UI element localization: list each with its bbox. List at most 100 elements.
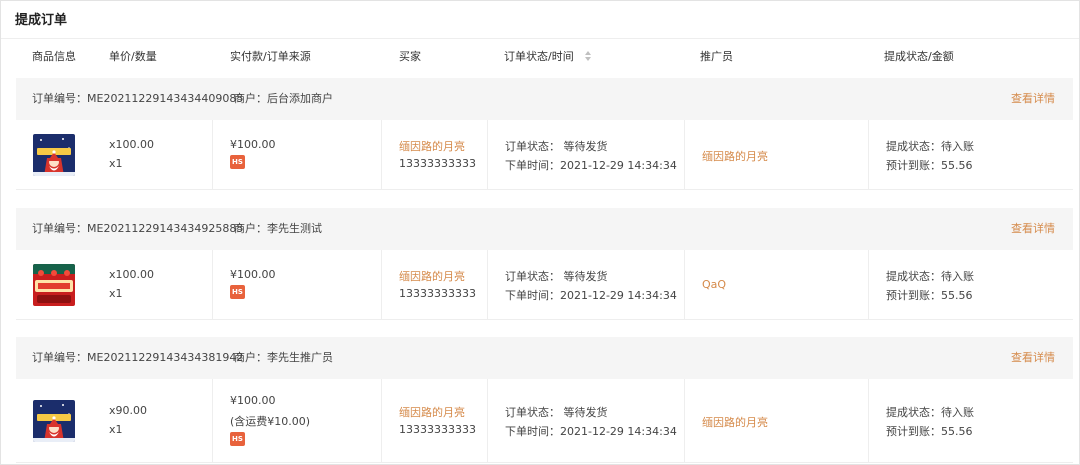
paid-amount: ¥100.00 [230, 138, 276, 151]
order-status-label: 订单状态： [505, 140, 560, 153]
quantity: x1 [109, 287, 123, 300]
promoter-name[interactable]: 缅因路的月亮 [702, 148, 768, 164]
commission-status-value: 待入账 [941, 140, 974, 153]
commission-status: 提成状态：待入账 [886, 404, 974, 420]
order-status-label: 订单状态： [505, 406, 560, 419]
buyer-name[interactable]: 缅因路的月亮 [399, 268, 465, 284]
order-row: x90.00 x1 ¥100.00 (含运费¥10.00) HS 缅因路的月亮 … [16, 379, 1073, 463]
unit-price: x100.00 [109, 268, 154, 281]
order-source-badge: HS [230, 155, 245, 169]
order-number: 订单编号：ME20211229143434409085 [32, 78, 243, 120]
merchant: 商户：李先生推广员 [234, 337, 333, 379]
view-details-link[interactable]: 查看详情 [1011, 208, 1055, 250]
order-card: 订单编号：ME20211229143434409085 商户：后台添加商户 查看… [16, 78, 1073, 190]
header-paid-source: 实付款/订单来源 [230, 50, 311, 63]
order-status: 订单状态： 等待发货 [505, 268, 608, 284]
order-time-label: 下单时间： [505, 289, 560, 302]
commission-cell: 提成状态：待入账 预计到账：55.56 [868, 250, 1073, 319]
page-title: 提成订单 [15, 13, 68, 28]
quantity: x1 [109, 157, 123, 170]
order-number-value: ME20211229143434381942 [87, 351, 244, 364]
product-cell: x100.00 x1 [16, 120, 213, 189]
product-cell: x100.00 x1 [16, 250, 213, 319]
commission-orders-panel: 提成订单 商品信息 单价/数量 实付款/订单来源 买家 订单状态/时间 推广员 … [0, 0, 1080, 465]
commission-status-value: 待入账 [941, 406, 974, 419]
status-cell: 订单状态： 等待发货 下单时间：2021-12-29 14:34:34 [487, 379, 685, 462]
header-price-qty: 单价/数量 [109, 50, 157, 63]
merchant-value: 后台添加商户 [267, 92, 333, 105]
header-buyer: 买家 [399, 50, 421, 63]
order-time-label: 下单时间： [505, 159, 560, 172]
paid-cell: ¥100.00 HS [212, 120, 382, 189]
commission-amount: 预计到账：55.56 [886, 423, 973, 439]
order-number-label: 订单编号： [32, 92, 87, 105]
commission-cell: 提成状态：待入账 预计到账：55.56 [868, 120, 1073, 189]
sort-icon[interactable] [585, 51, 592, 61]
commission-amount-label: 预计到账： [886, 425, 941, 438]
buyer-name[interactable]: 缅因路的月亮 [399, 138, 465, 154]
freight-note: (含运费¥10.00) [230, 415, 311, 428]
view-details-link[interactable]: 查看详情 [1011, 78, 1055, 120]
commission-status-label: 提成状态： [886, 140, 941, 153]
order-header: 订单编号：ME20211229143434409085 商户：后台添加商户 查看… [16, 78, 1073, 120]
unit-price: x90.00 [109, 404, 148, 417]
product-thumbnail[interactable] [33, 400, 75, 442]
order-row: x100.00 x1 ¥100.00 HS 缅因路的月亮 13333333333… [16, 250, 1073, 320]
order-status-value: 等待发货 [563, 140, 608, 153]
merchant-label: 商户： [234, 92, 267, 105]
view-details-link[interactable]: 查看详情 [1011, 337, 1055, 379]
promoter-name[interactable]: 缅因路的月亮 [702, 414, 768, 430]
merchant-label: 商户： [234, 222, 267, 235]
order-source-badge: HS [230, 285, 245, 299]
header-status-time[interactable]: 订单状态/时间 [504, 39, 592, 77]
merchant-label: 商户： [234, 351, 267, 364]
buyer-name[interactable]: 缅因路的月亮 [399, 404, 465, 420]
quantity: x1 [109, 423, 123, 436]
unit-price: x100.00 [109, 138, 154, 151]
buyer-phone: 13333333333 [399, 423, 476, 436]
order-time-label: 下单时间： [505, 425, 560, 438]
order-number: 订单编号：ME20211229143434925885 [32, 208, 243, 250]
status-cell: 订单状态： 等待发货 下单时间：2021-12-29 14:34:34 [487, 250, 685, 319]
buyer-phone: 13333333333 [399, 287, 476, 300]
commission-amount-label: 预计到账： [886, 159, 941, 172]
merchant: 商户：后台添加商户 [234, 78, 333, 120]
order-row: x100.00 x1 ¥100.00 HS 缅因路的月亮 13333333333… [16, 120, 1073, 190]
buyer-cell: 缅因路的月亮 13333333333 [381, 379, 488, 462]
commission-amount-value: 55.56 [941, 289, 973, 302]
header-status-time-label: 订单状态/时间 [504, 50, 574, 63]
header-commission: 提成状态/金额 [884, 50, 954, 63]
merchant-value: 李先生推广员 [267, 351, 333, 364]
product-thumbnail[interactable] [33, 264, 75, 306]
merchant-value: 李先生测试 [267, 222, 322, 235]
commission-status: 提成状态：待入账 [886, 138, 974, 154]
commission-amount-label: 预计到账： [886, 289, 941, 302]
order-header: 订单编号：ME20211229143434925885 商户：李先生测试 查看详… [16, 208, 1073, 250]
order-status: 订单状态： 等待发货 [505, 138, 608, 154]
buyer-cell: 缅因路的月亮 13333333333 [381, 250, 488, 319]
product-thumbnail[interactable] [33, 134, 75, 176]
header-product: 商品信息 [32, 50, 76, 63]
commission-status-value: 待入账 [941, 270, 974, 283]
table-header: 商品信息 单价/数量 实付款/订单来源 买家 订单状态/时间 推广员 提成状态/… [16, 39, 1073, 77]
promoter-name[interactable]: QaQ [702, 278, 726, 291]
order-status-value: 等待发货 [563, 270, 608, 283]
order-time-value: 2021-12-29 14:34:34 [560, 425, 677, 438]
commission-status-label: 提成状态： [886, 270, 941, 283]
order-time-value: 2021-12-29 14:34:34 [560, 289, 677, 302]
order-time: 下单时间：2021-12-29 14:34:34 [505, 157, 677, 173]
order-time-value: 2021-12-29 14:34:34 [560, 159, 677, 172]
order-number-value: ME20211229143434409085 [87, 92, 244, 105]
paid-amount: ¥100.00 [230, 394, 276, 407]
commission-amount: 预计到账：55.56 [886, 287, 973, 303]
order-header: 订单编号：ME20211229143434381942 商户：李先生推广员 查看… [16, 337, 1073, 379]
commission-amount-value: 55.56 [941, 159, 973, 172]
order-status: 订单状态： 等待发货 [505, 404, 608, 420]
order-status-label: 订单状态： [505, 270, 560, 283]
promoter-cell: 缅因路的月亮 [684, 379, 869, 462]
order-card: 订单编号：ME20211229143434381942 商户：李先生推广员 查看… [16, 337, 1073, 463]
header-promoter: 推广员 [700, 50, 733, 63]
order-status-value: 等待发货 [563, 406, 608, 419]
buyer-cell: 缅因路的月亮 13333333333 [381, 120, 488, 189]
buyer-phone: 13333333333 [399, 157, 476, 170]
